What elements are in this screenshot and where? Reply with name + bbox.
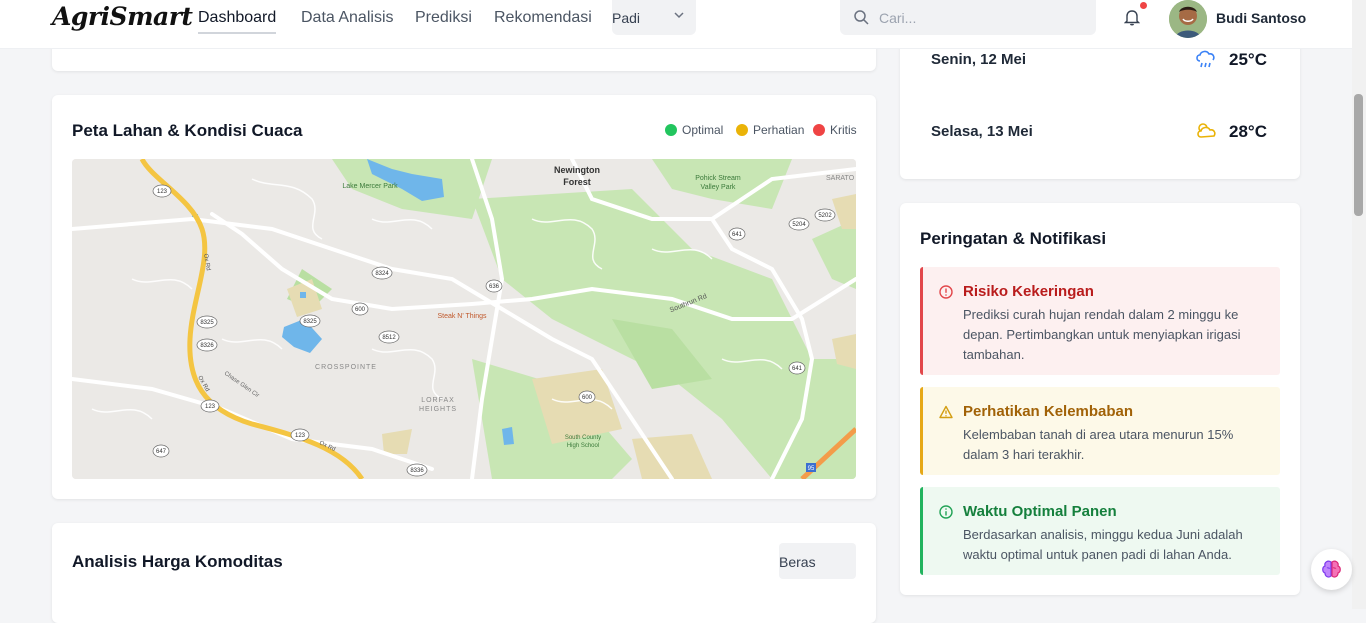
shield-600-a: 600 (355, 307, 366, 313)
legend-kritis: Kritis (813, 123, 857, 137)
legend-label-perhatian: Perhatian (753, 123, 805, 137)
alert-humidity[interactable]: Perhatikan Kelembaban Kelembaban tanah d… (920, 387, 1280, 475)
map-label-forest: Forest (563, 177, 591, 187)
map-label-crosspointe: CROSSPOINTE (315, 364, 377, 371)
alert-title: Waktu Optimal Panen (963, 503, 1117, 520)
bell-icon[interactable] (1123, 8, 1141, 31)
map-label-lake-mercer: Lake Mercer Park (342, 183, 398, 190)
page-scrollbar-track[interactable] (1352, 0, 1366, 609)
avatar[interactable] (1169, 0, 1207, 38)
alert-drought[interactable]: Risiko Kekeringan Prediksi curah hujan r… (920, 267, 1280, 375)
chevron-down-icon (674, 9, 684, 23)
legend-dot-optimal (665, 124, 677, 136)
alert-text: Berdasarkan analisis, minggu kedua Juni … (963, 527, 1243, 562)
nav-dashboard[interactable]: Dashboard (198, 9, 277, 34)
nav-rekomendasi[interactable]: Rekomendasi (494, 9, 592, 34)
legend-dot-perhatian (736, 124, 748, 136)
map-label-newington: Newington (554, 165, 600, 175)
weather-day-2: Selasa, 13 Mei (931, 123, 1033, 140)
legend-label-kritis: Kritis (830, 123, 857, 137)
shield-641-a: 641 (732, 232, 743, 238)
page-scrollbar-thumb[interactable] (1354, 94, 1363, 216)
alerts-card-title: Peringatan & Notifikasi (920, 229, 1107, 248)
price-card-title: Analisis Harga Komoditas (72, 552, 283, 571)
shield-5202: 5202 (818, 213, 832, 219)
map-label-school-1: South County (565, 435, 601, 441)
nav-prediksi[interactable]: Prediksi (415, 9, 472, 34)
price-card (52, 523, 876, 623)
warning-triangle-icon (939, 405, 953, 424)
search-icon (854, 10, 869, 30)
map-label-steak: Steak N' Things (437, 313, 487, 320)
shield-647: 647 (156, 449, 167, 455)
weather-temp-1: 25°C (1229, 50, 1267, 69)
shield-8336: 8336 (410, 468, 424, 474)
nav-data-analisis[interactable]: Data Analisis (301, 9, 394, 34)
legend-optimal: Optimal (665, 123, 723, 137)
map-label-heights: HEIGHTS (419, 406, 457, 413)
alert-circle-icon (939, 285, 953, 304)
map-label-school-2: High School (567, 443, 599, 449)
legend-label-optimal: Optimal (682, 123, 724, 137)
shield-8325-a: 8325 (303, 319, 317, 325)
shield-8326: 8326 (200, 343, 214, 349)
shield-8324: 8324 (375, 271, 389, 277)
shield-123-c: 123 (295, 433, 306, 439)
crop-select[interactable]: Padi (612, 0, 696, 35)
shield-123-a: 123 (157, 189, 168, 195)
search-placeholder: Cari... (879, 10, 917, 26)
shield-600-b: 600 (582, 395, 593, 401)
alert-title: Risiko Kekeringan (963, 283, 1094, 300)
shield-123-b: 123 (205, 404, 216, 410)
shield-636: 636 (489, 284, 500, 290)
assistant-button[interactable] (1311, 549, 1352, 590)
shield-8512: 8512 (382, 335, 396, 341)
shield-8325-b: 8325 (200, 320, 214, 326)
alert-text: Prediksi curah hujan rendah dalam 2 ming… (963, 307, 1241, 362)
alert-title: Perhatikan Kelembaban (963, 403, 1134, 420)
legend-perhatian: Perhatian (736, 123, 804, 137)
rain-cloud-icon (1195, 49, 1217, 74)
user-name[interactable]: Budi Santoso (1216, 10, 1306, 26)
commodity-select[interactable]: Beras (779, 543, 856, 579)
search-input[interactable]: Cari... (840, 0, 1096, 35)
shield-95: 95 (808, 466, 815, 472)
alert-harvest[interactable]: Waktu Optimal Panen Berdasarkan analisis… (920, 487, 1280, 575)
notification-dot (1140, 2, 1147, 9)
weather-temp-2: 28°C (1229, 122, 1267, 141)
crop-select-value: Padi (612, 10, 641, 26)
weather-day-1: Senin, 12 Mei (931, 51, 1027, 68)
shield-5204: 5204 (792, 222, 806, 228)
field-map[interactable]: 123 123 123 8324 636 600 8512 8325 8325 … (72, 159, 856, 479)
top-navbar: AgriSmart Dashboard Data Analisis Predik… (0, 0, 1352, 49)
shield-641-b: 641 (792, 366, 803, 372)
info-circle-icon (939, 505, 953, 524)
map-label-pohick-2: Valley Park (701, 184, 736, 191)
map-label-lorfax: LORFAX (421, 397, 455, 404)
brain-icon (1321, 559, 1342, 585)
map-label-saratoga: SARATO (826, 175, 855, 182)
map-label-pohick-1: Pohick Stream (695, 175, 741, 182)
partly-cloudy-icon (1195, 120, 1217, 145)
map-card-title: Peta Lahan & Kondisi Cuaca (72, 121, 303, 140)
map-canvas[interactable]: 123 123 123 8324 636 600 8512 8325 8325 … (72, 159, 856, 479)
alert-text: Kelembaban tanah di area utara menurun 1… (963, 427, 1234, 462)
legend-dot-kritis (813, 124, 825, 136)
app-logo[interactable]: AgriSmart (52, 2, 193, 31)
